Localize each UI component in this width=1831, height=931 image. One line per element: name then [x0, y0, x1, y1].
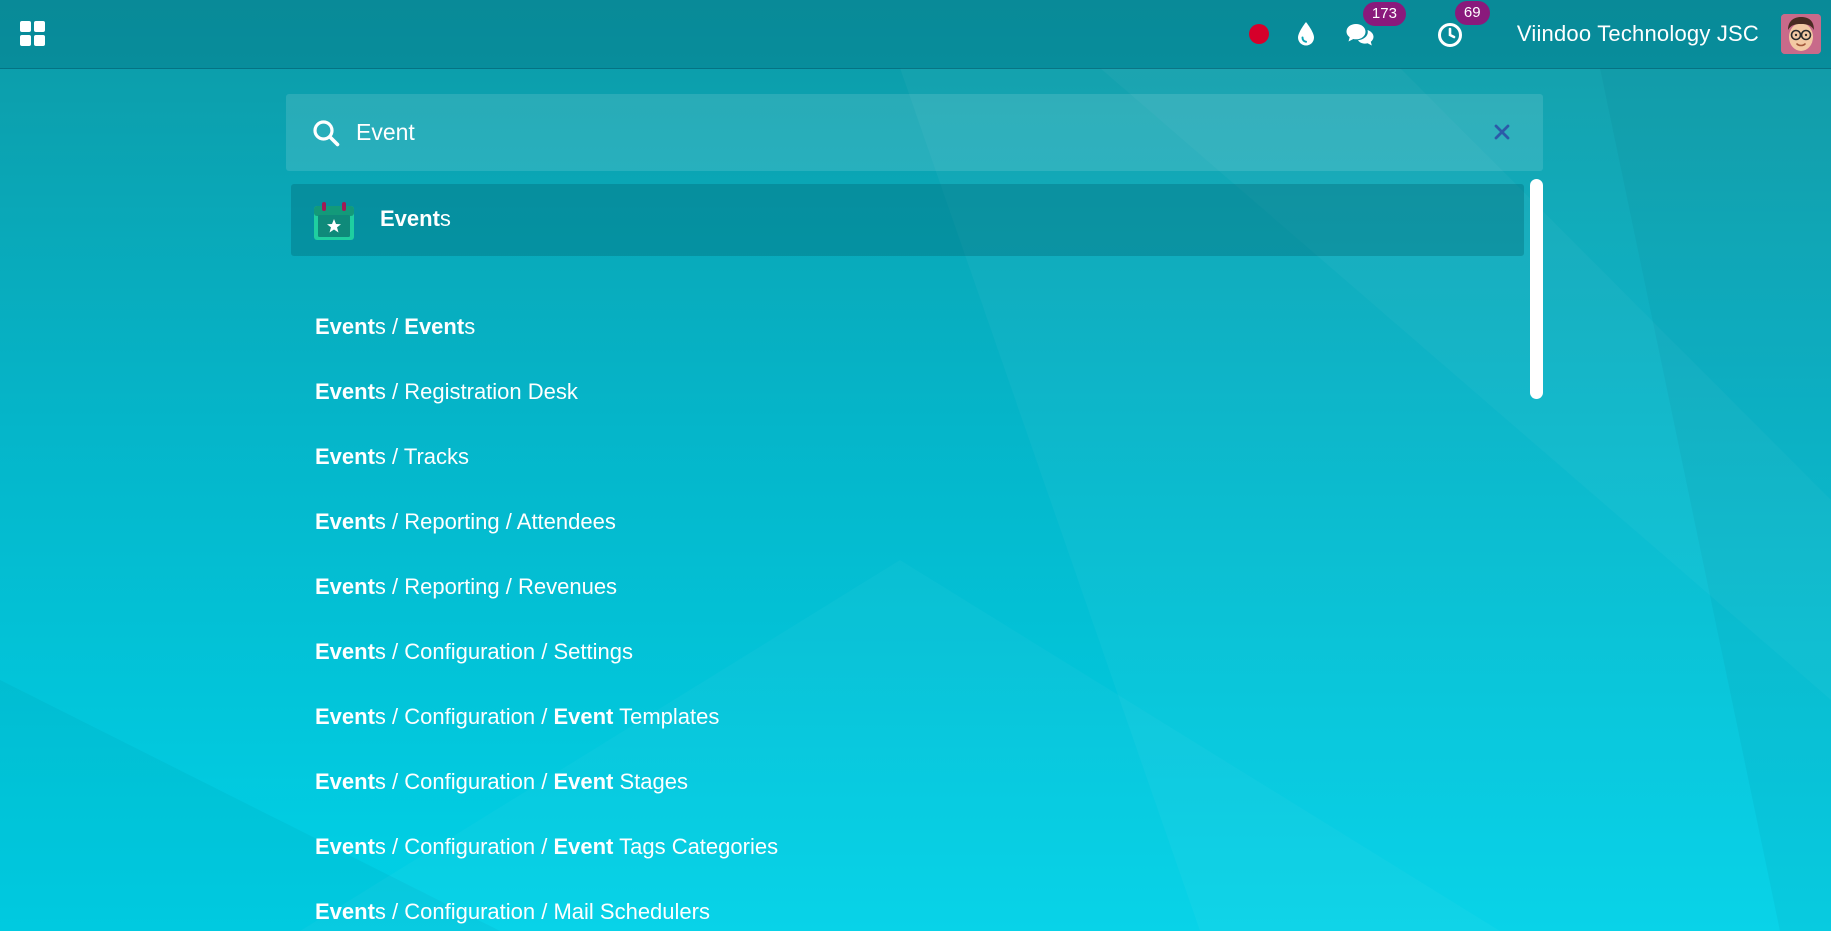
menu-path-text: s [464, 314, 476, 339]
menu-path-text: Stages [613, 769, 689, 794]
menu-result-item[interactable]: Events / Tracks [315, 444, 469, 470]
match-highlight: Event [315, 574, 375, 599]
menu-path-text: s / [374, 314, 405, 339]
menu-path-text: s / Configuration / [374, 769, 554, 794]
menu-path-text: s / Configuration / Settings [374, 639, 633, 664]
record-dot-icon[interactable] [1248, 24, 1269, 44]
match-highlight: Event [315, 639, 375, 664]
menu-path-text: s / Configuration / [374, 704, 554, 729]
results-scrollbar[interactable] [1530, 179, 1543, 399]
menu-path-text: s / Registration Desk [374, 379, 578, 404]
menu-result-item[interactable]: Events / Configuration / Event Stages [315, 769, 688, 795]
droplet-icon[interactable] [1295, 21, 1317, 47]
activities-menu[interactable]: 69 [1437, 1, 1490, 48]
menu-result-item[interactable]: Events / Reporting / Attendees [315, 509, 616, 535]
match-highlight: Event [553, 769, 614, 794]
match-highlight: Event [553, 834, 614, 859]
match-highlight: Event [315, 379, 375, 404]
systray: 173 69 Viindoo Technology JSC [1248, 0, 1831, 68]
menu-result-item[interactable]: Events / Configuration / Event Tags Cate… [315, 834, 778, 860]
menu-result-item[interactable]: Events / Registration Desk [315, 379, 578, 405]
match-highlight: Event [315, 509, 375, 534]
match-highlight: Event [315, 834, 375, 859]
close-icon[interactable] [1491, 121, 1513, 143]
search-results: Events Events / Events Events / Registrat… [286, 178, 1526, 931]
top-navbar: 173 69 Viindoo Technology JSC [0, 0, 1831, 69]
menu-path-text: s / Configuration / [374, 834, 554, 859]
match-highlight: Event [553, 704, 614, 729]
calendar-star-icon [314, 202, 354, 240]
match-highlight: Event [315, 899, 375, 924]
menu-path-text: Templates [613, 704, 720, 729]
chat-count-badge: 173 [1362, 2, 1406, 26]
menu-path-text: s / Tracks [374, 444, 470, 469]
search-icon [313, 120, 340, 147]
user-avatar[interactable] [1781, 14, 1821, 54]
search-panel [286, 94, 1543, 171]
menu-path-text: Tags Categories [613, 834, 779, 859]
messages-menu[interactable]: 173 [1345, 2, 1406, 47]
search-input[interactable] [356, 94, 1456, 171]
menu-result-item[interactable]: Events / Configuration / Settings [315, 639, 633, 665]
menu-result-item[interactable]: Events / Configuration / Mail Schedulers [315, 899, 710, 925]
company-switcher[interactable]: Viindoo Technology JSC [1517, 21, 1759, 47]
menu-path-text: s / Configuration / Mail Schedulers [374, 899, 710, 924]
menu-result-item[interactable]: Events / Events [315, 314, 475, 340]
activity-count-badge: 69 [1454, 1, 1490, 25]
match-highlight: Event [404, 314, 465, 339]
menu-result-item[interactable]: Events / Configuration / Event Templates [315, 704, 719, 730]
match-highlight: Event [315, 444, 375, 469]
clock-icon [1437, 23, 1462, 47]
menu-path-text: s / Reporting / Attendees [374, 509, 616, 534]
apps-grid-icon[interactable] [20, 21, 46, 47]
match-highlight: Event [315, 314, 375, 339]
match-highlight: Event [315, 704, 375, 729]
match-highlight: Event [315, 769, 375, 794]
app-result-events[interactable]: Events [291, 184, 1524, 256]
menu-path-text: s / Reporting / Revenues [374, 574, 618, 599]
menu-result-item[interactable]: Events / Reporting / Revenues [315, 574, 617, 600]
app-result-label: Events [380, 206, 451, 231]
